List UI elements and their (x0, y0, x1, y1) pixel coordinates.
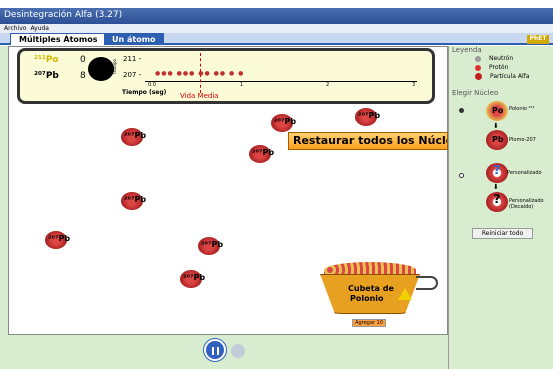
polonium-bucket[interactable]: Cubeta de Polonio (320, 262, 438, 317)
time-label: Tiempo (seg) (122, 89, 167, 96)
atom-pb-7[interactable]: ²⁰⁷Pb (198, 237, 224, 255)
atom-label: ²⁰⁷Pb (183, 273, 206, 282)
lead-label: Plomo-207 (509, 137, 536, 143)
atom-pb-1[interactable]: ²⁰⁷Pb (355, 108, 381, 126)
step-button[interactable] (231, 344, 245, 358)
menu-bar: Archivo Ayuda (0, 24, 553, 33)
bucket-title-2: Polonio (350, 294, 384, 303)
pb-count: 8 (80, 71, 86, 81)
pause-button[interactable] (204, 339, 226, 361)
lead-symbol: Pb (492, 135, 504, 144)
tab-multiple-atoms[interactable]: Múltiples Átomos (10, 33, 107, 45)
polonium-symbol: Po (492, 106, 504, 115)
atom-pb-2[interactable]: ²⁰⁷Pb (271, 114, 297, 132)
half-life-label: Vida Media (180, 92, 219, 100)
radio-polonium[interactable] (459, 108, 464, 113)
radio-custom[interactable] (459, 173, 464, 178)
tick-0: 0.0 (148, 82, 156, 88)
add-10-button[interactable]: Agregar 10 (352, 319, 386, 327)
reset-all-nuclei-button[interactable]: Restaurar todos los Núcleos (288, 132, 448, 150)
axis-label-207: 207 - (123, 71, 142, 79)
atom-label: ²⁰⁷Pb (48, 234, 71, 243)
tick-1: 1 (240, 82, 244, 88)
arrow-down-icon: ⬇ (493, 183, 499, 191)
pause-icon (212, 347, 219, 355)
pb-label: ²⁰⁷Pb (34, 71, 59, 81)
atom-pb-6[interactable]: ²⁰⁷Pb (45, 231, 71, 249)
alpha-particle-icon (475, 73, 482, 80)
decayed-markers: ●●● ●●● ●● ●● ● ● (155, 70, 245, 77)
tick-2: 2 (326, 82, 330, 88)
bucket-handle (416, 276, 438, 290)
arrow-down-icon: ⬇ (493, 122, 499, 130)
nucleus-title: Elegir Núcleo (452, 89, 499, 97)
tab-bar: Múltiples Átomos Un átomo (0, 33, 553, 45)
atom-pb-8[interactable]: ²⁰⁷Pb (180, 270, 206, 288)
proton-icon (475, 64, 481, 71)
legend-title: Leyenda (452, 46, 482, 54)
atom-pb-4[interactable]: ²⁰⁷Pb (249, 145, 275, 163)
bucket-title-1: Cubeta de (348, 284, 394, 293)
custom-label: Personalizado (507, 170, 542, 176)
legend-label: Neutrón (489, 55, 514, 62)
reset-all-button[interactable]: Reiniciar todo (472, 228, 533, 239)
neutron-icon (475, 55, 481, 62)
question-icon: ? (486, 163, 508, 183)
atom-label: ²⁰⁷Pb (124, 131, 147, 140)
phet-logo[interactable]: PhET (527, 35, 549, 44)
control-panel: Leyenda Neutrón Protón Partícula Alfa El… (448, 46, 553, 369)
atom-label: ²⁰⁷Pb (252, 148, 275, 157)
atom-label: ²⁰⁷Pb (201, 240, 224, 249)
atom-label: ²⁰⁷Pb (124, 195, 147, 204)
pie-chart (88, 57, 114, 81)
radiation-icon (398, 288, 412, 300)
po-label: ²¹¹Po (34, 55, 59, 65)
po-count: 0 (80, 55, 86, 65)
question-decayed-icon: ? (486, 192, 508, 212)
legend-proton: Protón (449, 63, 553, 72)
atom-pb-3[interactable]: ²⁰⁷Pb (121, 128, 147, 146)
atom-label: ²⁰⁷Pb (358, 111, 381, 120)
tick-3: 3 (412, 82, 416, 88)
menu-file[interactable]: Archivo (4, 25, 26, 32)
window-title: Desintegración Alfa (3.27) (4, 10, 123, 20)
atom-label: ²⁰⁷Pb (274, 117, 297, 126)
custom-decayed-label: Personalizado (Decaído) (509, 198, 544, 210)
decay-counter-panel: ²¹¹Po 0 ²⁰⁷Pb 8 Isótopo 211 - 207 - 0.0 … (17, 48, 435, 104)
clock-controls (0, 335, 448, 369)
left-margin (0, 46, 8, 335)
y-axis-caption: Isótopo (112, 59, 117, 74)
legend-neutron: Neutrón (449, 54, 553, 63)
axis-label-211: 211 - (123, 55, 142, 63)
window-title-bar: Desintegración Alfa (3.27) (0, 8, 553, 24)
legend-label: Protón (489, 64, 509, 71)
atom-pb-5[interactable]: ²⁰⁷Pb (121, 192, 147, 210)
legend-label: Partícula Alfa (490, 73, 530, 80)
time-axis (145, 81, 417, 82)
menu-help[interactable]: Ayuda (30, 25, 49, 32)
tab-single-atom[interactable]: Un átomo (104, 33, 164, 45)
legend-alpha: Partícula Alfa (449, 72, 553, 81)
polonium-label: Polonio ²¹¹ (509, 106, 535, 112)
